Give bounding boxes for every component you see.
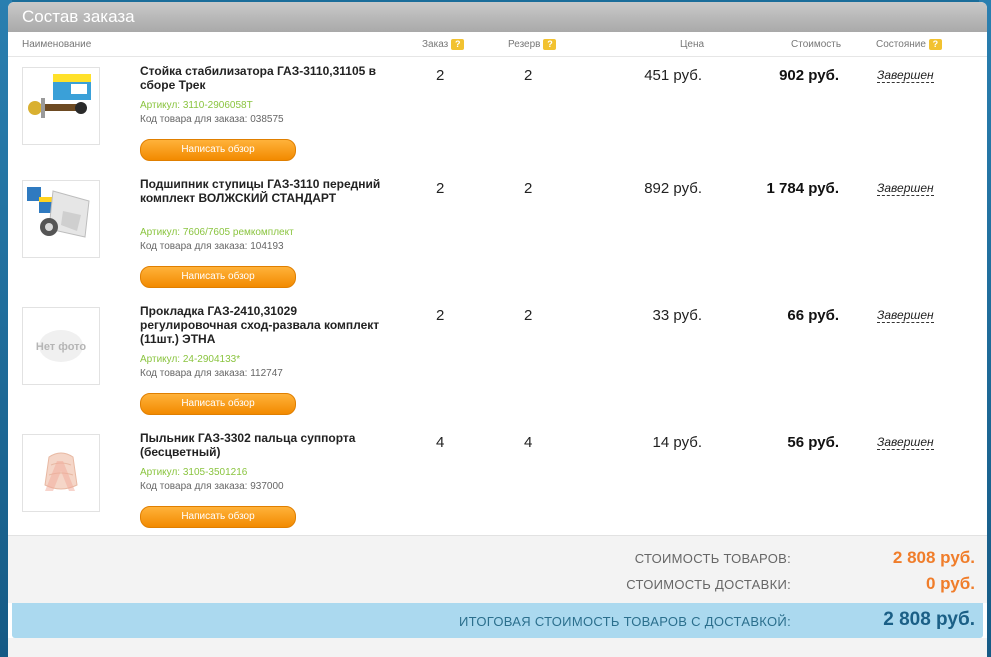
reserve-quantity: 2 xyxy=(524,67,533,84)
order-item-row: Подшипник ступицы ГАЗ-3110 передний комп… xyxy=(8,170,987,295)
product-name[interactable]: Стойка стабилизатора ГАЗ-3110,31105 в сб… xyxy=(140,64,390,92)
summary-bottom-fill xyxy=(8,638,987,657)
reserve-quantity: 4 xyxy=(524,434,533,451)
help-icon[interactable]: ? xyxy=(451,38,465,50)
help-icon[interactable]: ? xyxy=(543,38,557,50)
grand-total-bar: ИТОГОВАЯ СТОИМОСТЬ ТОВАРОВ С ДОСТАВКОЙ: … xyxy=(12,603,983,638)
order-status-link[interactable]: Завершен xyxy=(877,69,934,83)
panel-title: Состав заказа xyxy=(8,2,987,32)
order-item-row: Стойка стабилизатора ГАЗ-3110,31105 в сб… xyxy=(8,57,987,182)
product-code: Код товара для заказа: 038575 xyxy=(140,114,284,125)
line-total: 66 руб. xyxy=(787,307,839,324)
product-code: Код товара для заказа: 112747 xyxy=(140,368,283,379)
column-header-price: Цена xyxy=(680,39,705,50)
line-total: 902 руб. xyxy=(779,67,839,84)
order-status-link[interactable]: Завершен xyxy=(877,436,934,450)
reserve-quantity: 2 xyxy=(524,307,533,324)
no-photo-placeholder-image: Нет фото xyxy=(36,330,87,362)
order-item-row: Нет фото Прокладка ГАЗ-2410,31029 регули… xyxy=(8,297,987,422)
line-total: 1 784 руб. xyxy=(766,180,839,197)
delivery-cost-label: СТОИМОСТЬ ДОСТАВКИ: xyxy=(626,577,791,592)
column-header-order: Заказ? xyxy=(422,34,465,56)
unit-price: 33 руб. xyxy=(652,307,702,324)
write-review-button[interactable]: Написать обзор xyxy=(140,393,296,415)
no-photo-label: Нет фото xyxy=(36,341,87,353)
order-item-row: Пыльник ГАЗ-3302 пальца суппорта (бесцве… xyxy=(8,424,987,549)
product-thumbnail[interactable]: Нет фото xyxy=(22,307,100,385)
product-sku: Артикул: 24-2904133* xyxy=(140,354,241,365)
write-review-button[interactable]: Написать обзор xyxy=(140,506,296,528)
column-header-reserve: Резерв? xyxy=(508,34,557,56)
hub-bearing-image xyxy=(27,187,90,238)
column-header-cost: Стоимость xyxy=(791,39,842,50)
order-status-link[interactable]: Завершен xyxy=(877,182,934,196)
product-thumbnail[interactable] xyxy=(22,180,100,258)
unit-price: 892 руб. xyxy=(644,180,702,197)
goods-cost-value: 2 808 руб. xyxy=(892,548,975,567)
product-thumbnail[interactable] xyxy=(22,434,100,512)
product-sku: Артикул: 7606/7605 ремкомплект xyxy=(140,227,294,238)
order-composition-panel: Состав заказа Наименование Заказ? Резерв… xyxy=(8,2,987,657)
write-review-button[interactable]: Написать обзор xyxy=(140,266,296,288)
line-total: 56 руб. xyxy=(787,434,839,451)
grand-total-value: 2 808 руб. xyxy=(883,609,975,630)
product-code: Код товара для заказа: 937000 xyxy=(140,481,284,492)
reserve-quantity: 2 xyxy=(524,180,533,197)
column-header-status: Состояние? xyxy=(876,34,942,56)
column-header-name: Наименование xyxy=(22,39,92,50)
help-icon[interactable]: ? xyxy=(928,38,942,50)
product-name[interactable]: Подшипник ступицы ГАЗ-3110 передний комп… xyxy=(140,177,390,205)
product-sku: Артикул: 3105-3501216 xyxy=(140,467,248,478)
stabilizer-link-image xyxy=(28,74,91,118)
product-sku: Артикул: 3110-2906058Т xyxy=(140,100,253,111)
delivery-cost-value: 0 руб. xyxy=(925,574,975,593)
order-quantity: 4 xyxy=(436,434,445,451)
order-summary: СТОИМОСТЬ ТОВАРОВ: 2 808 руб. СТОИМОСТЬ … xyxy=(8,535,987,603)
unit-price: 14 руб. xyxy=(652,434,702,451)
column-header-order-label: Заказ xyxy=(422,39,449,50)
order-quantity: 2 xyxy=(436,307,445,324)
column-header-status-label: Состояние xyxy=(876,39,926,50)
order-quantity: 2 xyxy=(436,67,445,84)
goods-cost-label: СТОИМОСТЬ ТОВАРОВ: xyxy=(634,551,791,566)
product-thumbnail[interactable] xyxy=(22,67,100,145)
grand-total-label: ИТОГОВАЯ СТОИМОСТЬ ТОВАРОВ С ДОСТАВКОЙ: xyxy=(459,614,791,629)
product-name[interactable]: Пыльник ГАЗ-3302 пальца суппорта (бесцве… xyxy=(140,431,390,459)
product-name[interactable]: Прокладка ГАЗ-2410,31029 регулировочная … xyxy=(140,304,390,346)
order-status-link[interactable]: Завершен xyxy=(877,309,934,323)
order-quantity: 2 xyxy=(436,180,445,197)
column-header-reserve-label: Резерв xyxy=(508,39,541,50)
product-code: Код товара для заказа: 104193 xyxy=(140,241,284,252)
unit-price: 451 руб. xyxy=(644,67,702,84)
boot-image xyxy=(44,452,78,491)
write-review-button[interactable]: Написать обзор xyxy=(140,139,296,161)
